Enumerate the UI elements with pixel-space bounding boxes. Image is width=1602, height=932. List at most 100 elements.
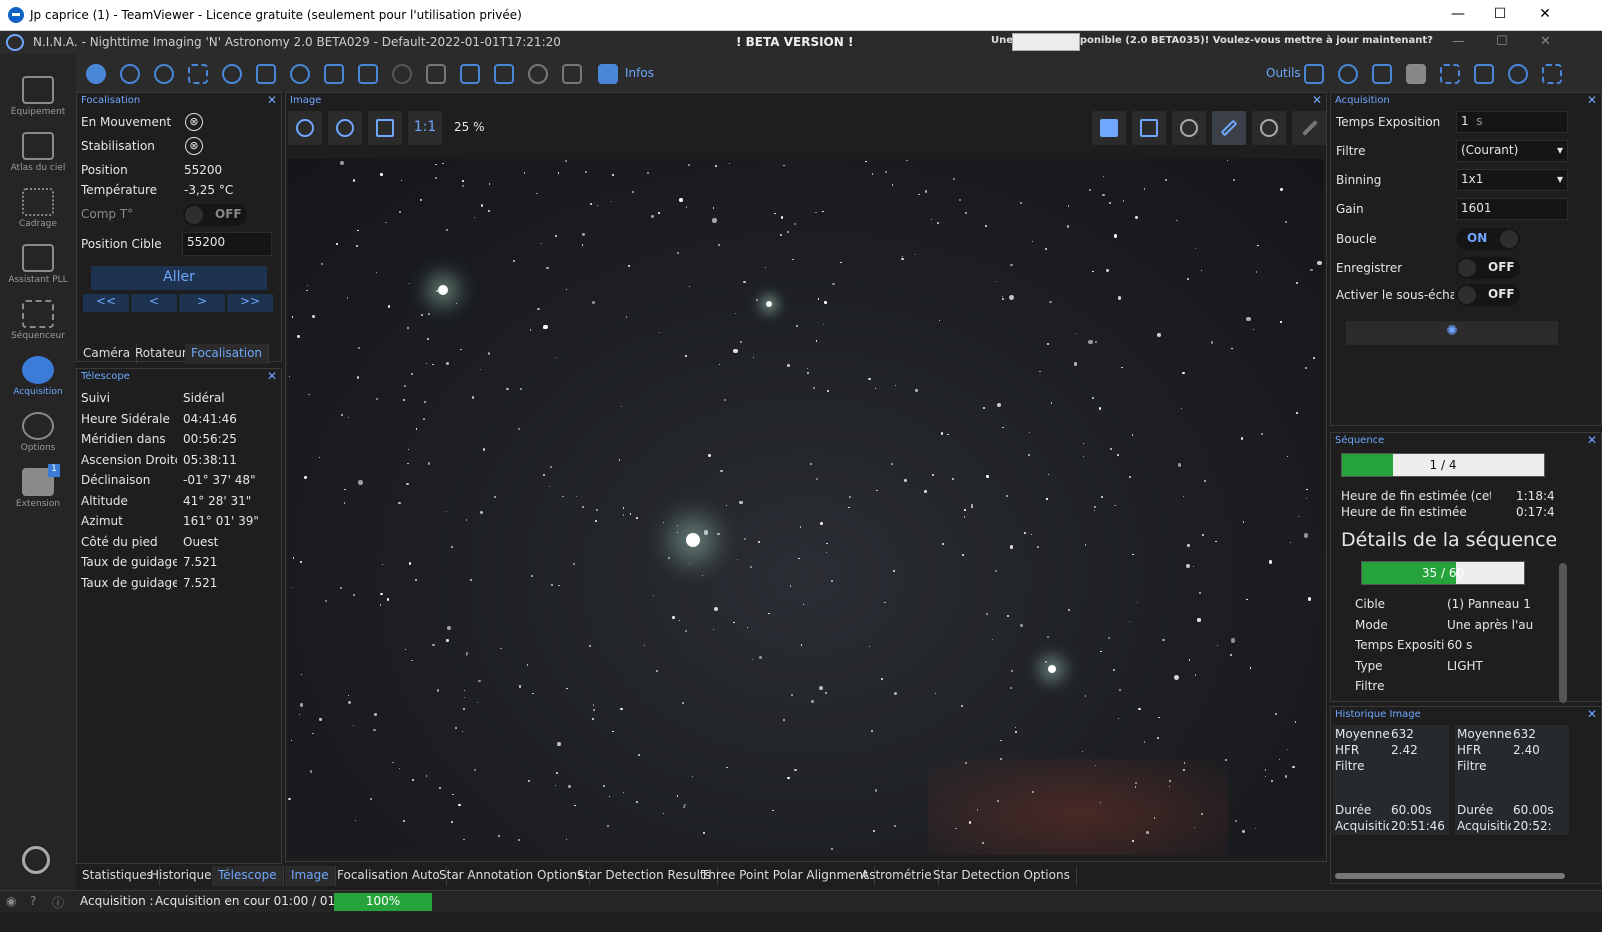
guider-icon[interactable] — [290, 64, 310, 84]
annotate-stars-button[interactable] — [1252, 111, 1286, 145]
history-thumbnail[interactable]: Moyenne 632 HFR 2.40 Filtre Durée 60.00s… — [1455, 725, 1569, 835]
nav-options[interactable]: Options — [0, 406, 76, 460]
gain-input[interactable]: 1601 — [1456, 198, 1568, 220]
nav-sequencer[interactable]: Séquenceur — [0, 294, 76, 348]
fit-button[interactable] — [368, 111, 402, 145]
tab-focus[interactable]: Focalisation — [185, 344, 270, 364]
sequence-scrollbar[interactable] — [1559, 563, 1567, 703]
bahtinov-button[interactable] — [1292, 111, 1326, 145]
star — [1183, 496, 1185, 498]
focus-icon[interactable] — [188, 64, 208, 84]
exposure-input[interactable]: 1 s — [1456, 111, 1568, 133]
crop-icon[interactable] — [1440, 64, 1460, 84]
tab-telescope[interactable]: Télescope — [212, 866, 284, 886]
telescope-value: Ouest — [183, 534, 219, 549]
camera-tool-icon[interactable] — [86, 64, 106, 84]
nav-equipment[interactable]: Équipement — [0, 70, 76, 124]
layout-icon[interactable] — [1542, 64, 1562, 84]
weather-icon[interactable] — [392, 64, 412, 84]
close-icon[interactable]: ✕ — [1587, 707, 1597, 721]
switch-icon[interactable] — [324, 64, 344, 84]
nav-pll-assistant[interactable]: Assistant PLL — [0, 238, 76, 292]
info-icon[interactable]: ⓘ — [52, 894, 64, 911]
star — [551, 583, 554, 586]
tab-image-2[interactable]: Star Annotation Options — [433, 866, 591, 886]
nina-close-icon[interactable]: ✕ — [1540, 34, 1551, 49]
lightbulb-icon[interactable] — [528, 64, 548, 84]
history-icon[interactable] — [1508, 64, 1528, 84]
close-button[interactable]: ✕ — [1535, 6, 1555, 22]
close-icon[interactable]: ✕ — [1587, 93, 1597, 107]
nav-extension[interactable]: Extension — [0, 462, 76, 516]
map-icon — [22, 132, 54, 160]
sliders-icon[interactable] — [358, 64, 378, 84]
outils-label[interactable]: Outils — [1266, 66, 1301, 80]
star — [1091, 270, 1094, 273]
star-detection-button[interactable] — [1132, 111, 1166, 145]
puzzle-tool-icon[interactable] — [598, 64, 618, 84]
star — [789, 585, 791, 587]
eye-icon[interactable]: ◉ — [6, 894, 16, 908]
temp-comp-toggle[interactable]: OFF — [183, 204, 247, 226]
filter-icon[interactable] — [154, 64, 174, 84]
star — [339, 586, 342, 590]
teamviewer-control-widget[interactable] — [1012, 33, 1080, 51]
capture-button[interactable]: ✺ — [1346, 321, 1558, 345]
search-icon[interactable] — [1338, 64, 1358, 84]
crosshair-button[interactable] — [1172, 111, 1206, 145]
star — [500, 647, 502, 650]
rotator-icon[interactable] — [222, 64, 242, 84]
wand-icon[interactable] — [1372, 64, 1392, 84]
graph-icon[interactable] — [494, 64, 514, 84]
history-thumbnail[interactable]: Moyenne 632 HFR 2.42 Filtre Durée 60.00s… — [1333, 725, 1449, 835]
one-to-one-button[interactable]: 1:1 — [408, 111, 442, 145]
zoom-in-button[interactable] — [288, 111, 322, 145]
close-icon[interactable]: ✕ — [267, 369, 277, 383]
scale-icon[interactable] — [1304, 64, 1324, 84]
zoom-out-button[interactable] — [328, 111, 362, 145]
star-icon[interactable] — [1406, 64, 1426, 84]
tab-image-1[interactable]: Focalisation Auto — [331, 866, 447, 886]
tab-image-4[interactable]: Three Point Polar Alignment — [695, 866, 875, 886]
close-icon[interactable]: ✕ — [1312, 93, 1322, 107]
help-icon[interactable]: ? — [30, 894, 36, 908]
power-icon[interactable] — [22, 846, 50, 874]
grid-button[interactable] — [1092, 111, 1126, 145]
astro-image[interactable] — [288, 159, 1324, 855]
loop-toggle[interactable]: ON — [1456, 228, 1520, 250]
tab-image-6[interactable]: Star Detection Options — [927, 866, 1077, 886]
dome-icon[interactable] — [426, 64, 446, 84]
save-toggle[interactable]: OFF — [1456, 257, 1520, 279]
close-icon[interactable]: ✕ — [1587, 433, 1597, 447]
nina-maximize-icon[interactable]: ☐ — [1496, 34, 1508, 49]
histogram-icon[interactable] — [460, 64, 480, 84]
history-scrollbar[interactable] — [1335, 873, 1565, 879]
step-back-large-button[interactable]: << — [83, 294, 129, 312]
go-button[interactable]: Aller — [91, 266, 267, 290]
step-forward-large-button[interactable]: >> — [227, 294, 273, 312]
tab-image-0[interactable]: Image — [285, 866, 336, 886]
step-back-button[interactable]: < — [131, 294, 177, 312]
nav-acquisition[interactable]: Acquisition — [0, 350, 76, 404]
star — [783, 164, 785, 167]
nav-sky-atlas[interactable]: Atlas du ciel — [0, 126, 76, 180]
safety-icon[interactable] — [562, 64, 582, 84]
close-icon[interactable]: ✕ — [267, 93, 277, 107]
filter-wheel-icon[interactable] — [120, 64, 140, 84]
nav-framing[interactable]: Cadrage — [0, 182, 76, 236]
nina-minimize-icon[interactable]: — — [1452, 34, 1465, 49]
infos-label[interactable]: Infos — [625, 66, 654, 80]
filter-select[interactable]: (Courant) ▾ — [1456, 140, 1568, 162]
subsample-toggle[interactable]: OFF — [1456, 284, 1520, 306]
binning-select[interactable]: 1x1 ▾ — [1456, 169, 1568, 191]
minimize-button[interactable]: — — [1448, 6, 1468, 22]
tab-history[interactable]: Historique — [144, 866, 219, 886]
star — [1100, 651, 1102, 653]
stretch-button[interactable] — [1212, 111, 1246, 145]
target-position-input[interactable]: 55200 — [182, 232, 272, 256]
star — [400, 179, 403, 182]
telescope-tool-icon[interactable] — [256, 64, 276, 84]
maximize-button[interactable]: ☐ — [1490, 6, 1510, 22]
step-forward-button[interactable]: > — [179, 294, 225, 312]
target-icon[interactable] — [1474, 64, 1494, 84]
